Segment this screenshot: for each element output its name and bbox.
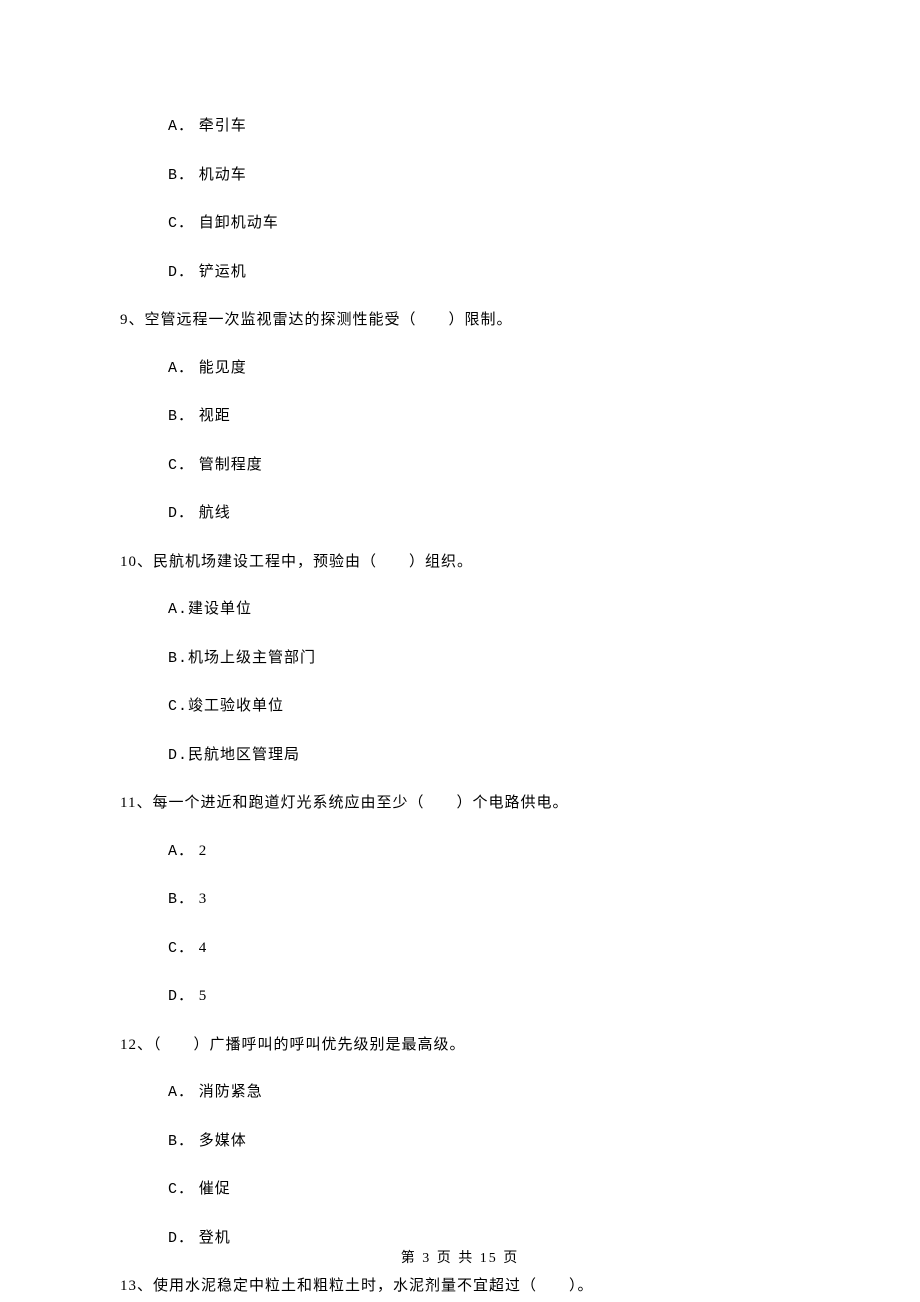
option-letter: B. — [168, 650, 188, 667]
option-text: 牵引车 — [199, 118, 247, 134]
option-text: 4 — [199, 940, 208, 956]
option-text: 视距 — [199, 408, 231, 424]
page-footer: 第 3 页 共 15 页 — [0, 1248, 920, 1269]
option-text: 管制程度 — [199, 457, 263, 473]
document-body: A． 牵引车 B． 机动车 C． 自卸机动车 D． 铲运机 9、空管远程一次监视… — [0, 0, 920, 1298]
option-letter: A． — [168, 1084, 194, 1101]
option-item: B． 视距 — [168, 405, 800, 429]
option-item: A． 能见度 — [168, 357, 800, 381]
option-text: 机场上级主管部门 — [188, 650, 316, 666]
option-text: 登机 — [199, 1230, 231, 1246]
option-letter: D． — [168, 505, 194, 522]
question-13: 13、使用水泥稳定中粒土和粗粒土时，水泥剂量不宜超过（ ）。 — [120, 1275, 800, 1298]
question-11: 11、每一个进近和跑道灯光系统应由至少（ ）个电路供电。 — [120, 792, 800, 815]
option-letter: C． — [168, 457, 194, 474]
option-letter: A． — [168, 118, 194, 135]
option-item: B． 机动车 — [168, 164, 800, 188]
option-item: D． 航线 — [168, 502, 800, 526]
option-text: 5 — [199, 988, 208, 1004]
question-9: 9、空管远程一次监视雷达的探测性能受（ ）限制。 — [120, 309, 800, 332]
option-text: 建设单位 — [188, 601, 252, 617]
option-letter: C． — [168, 1181, 194, 1198]
option-item: A． 消防紧急 — [168, 1081, 800, 1105]
option-letter: C． — [168, 215, 194, 232]
option-item: A． 2 — [168, 840, 800, 864]
option-item: D． 登机 — [168, 1227, 800, 1251]
option-item: D． 5 — [168, 985, 800, 1009]
option-item: D.民航地区管理局 — [168, 744, 800, 768]
option-letter: D． — [168, 264, 194, 281]
option-text: 多媒体 — [199, 1133, 247, 1149]
option-letter: D． — [168, 988, 194, 1005]
option-text: 催促 — [199, 1181, 231, 1197]
option-item: B.机场上级主管部门 — [168, 647, 800, 671]
option-item: C． 4 — [168, 937, 800, 961]
option-text: 2 — [199, 843, 208, 859]
option-letter: B． — [168, 1133, 194, 1150]
option-letter: B． — [168, 167, 194, 184]
option-item: C． 自卸机动车 — [168, 212, 800, 236]
option-item: B． 多媒体 — [168, 1130, 800, 1154]
option-item: D． 铲运机 — [168, 261, 800, 285]
option-letter: A. — [168, 601, 188, 618]
option-letter: D． — [168, 1230, 194, 1247]
option-letter: C. — [168, 698, 188, 715]
option-text: 民航地区管理局 — [188, 747, 300, 763]
question-12: 12、（ ）广播呼叫的呼叫优先级别是最高级。 — [120, 1034, 800, 1057]
option-text: 竣工验收单位 — [188, 698, 284, 714]
option-text: 铲运机 — [199, 264, 247, 280]
option-letter: A． — [168, 360, 194, 377]
question-10: 10、民航机场建设工程中，预验由（ ）组织。 — [120, 551, 800, 574]
option-text: 自卸机动车 — [199, 215, 279, 231]
option-letter: B． — [168, 408, 194, 425]
option-item: B． 3 — [168, 888, 800, 912]
option-letter: C． — [168, 940, 194, 957]
option-text: 3 — [199, 891, 208, 907]
option-letter: A． — [168, 843, 194, 860]
option-item: C． 催促 — [168, 1178, 800, 1202]
option-letter: D. — [168, 747, 188, 764]
option-text: 航线 — [199, 505, 231, 521]
option-letter: B． — [168, 891, 194, 908]
option-item: A.建设单位 — [168, 598, 800, 622]
option-text: 机动车 — [199, 167, 247, 183]
option-item: C.竣工验收单位 — [168, 695, 800, 719]
option-item: C． 管制程度 — [168, 454, 800, 478]
option-text: 消防紧急 — [199, 1084, 263, 1100]
option-text: 能见度 — [199, 360, 247, 376]
option-item: A． 牵引车 — [168, 115, 800, 139]
